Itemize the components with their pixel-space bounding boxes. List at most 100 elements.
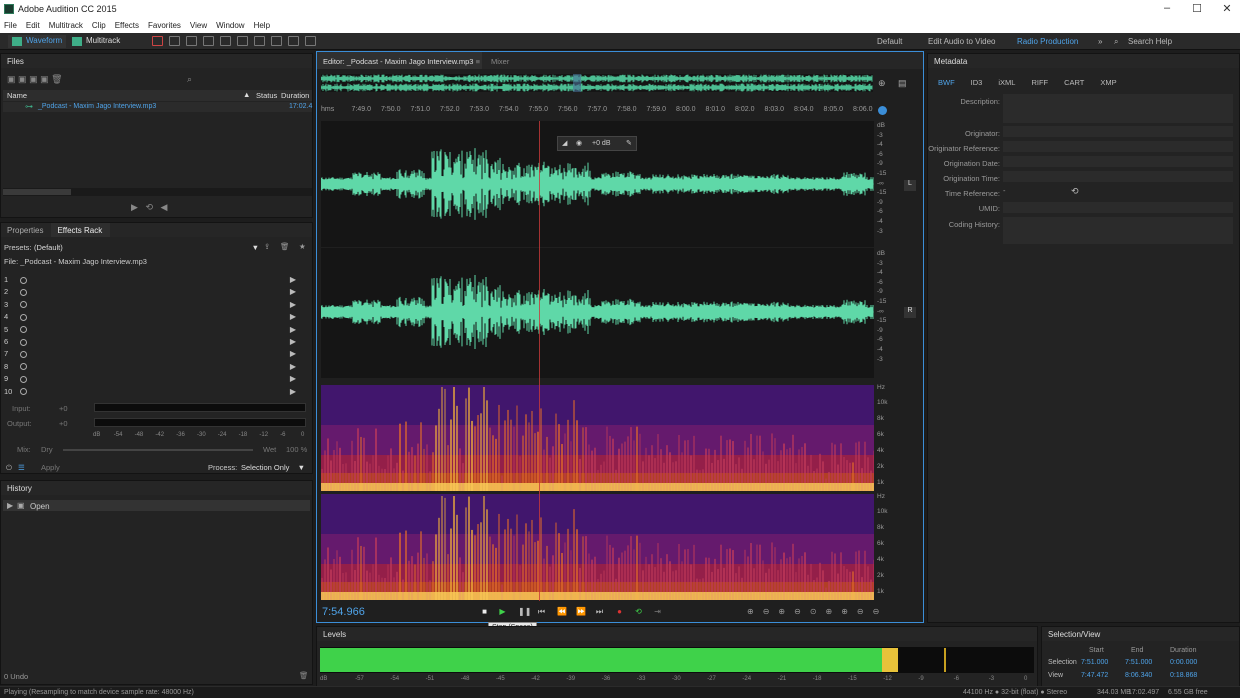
favorite-star-icon[interactable]: ★: [299, 242, 306, 253]
timeline-ruler[interactable]: hms 7:49.0 7:50.0 7:51.0 7:52.0 7:53.0 7:54.0 7…: [321, 106, 872, 118]
lasso-icon[interactable]: [271, 36, 282, 46]
tab-bwf[interactable]: BWF: [938, 78, 955, 87]
editor-options-icon[interactable]: ▤: [898, 78, 907, 89]
stop-icon[interactable]: ■: [480, 607, 489, 616]
preview-loop-icon[interactable]: ⟲: [145, 202, 153, 212]
slot-expand-icon[interactable]: ▶: [290, 325, 296, 334]
search-icon[interactable]: ⌕: [1114, 37, 1118, 47]
razor-tool-icon[interactable]: [203, 36, 214, 46]
delete-preset-icon[interactable]: 🗑: [280, 242, 290, 253]
slot-power-icon[interactable]: [20, 375, 27, 383]
tab-cart[interactable]: CART: [1064, 78, 1084, 87]
goto-start-icon[interactable]: ⏮: [537, 607, 546, 616]
apply-button[interactable]: Apply: [41, 463, 60, 474]
slot-expand-icon[interactable]: ▶: [290, 300, 296, 309]
menu-edit[interactable]: Edit: [22, 19, 45, 30]
preview-autoplay-icon[interactable]: ◀: [161, 202, 168, 212]
time-selection-icon[interactable]: [237, 36, 248, 46]
origination-date-field[interactable]: [1003, 156, 1233, 167]
spectrogram-right[interactable]: [321, 494, 874, 600]
view-start[interactable]: 7:47.472: [1081, 672, 1108, 679]
slot-expand-icon[interactable]: ▶: [290, 387, 296, 396]
spectral-pitch-icon[interactable]: [169, 36, 180, 46]
move-tool-icon[interactable]: [186, 36, 197, 46]
loop-icon[interactable]: ⟲: [634, 607, 643, 616]
file-row[interactable]: ⊶ _Podcast - Maxim Jago Interview.mp3 17…: [3, 102, 312, 112]
slot-power-icon[interactable]: [20, 326, 27, 334]
workspace-radio-production[interactable]: Radio Production: [1017, 37, 1078, 46]
zoom-out-amplitude-icon[interactable]: ⊖: [763, 607, 779, 616]
spectrogram-left[interactable]: [321, 385, 874, 491]
timeline-scroll-icon[interactable]: [878, 106, 887, 115]
slot-power-icon[interactable]: [20, 301, 27, 309]
overview-waveform[interactable]: [321, 74, 873, 92]
spectral-frequency-icon[interactable]: [152, 36, 163, 46]
insert-icon[interactable]: ▣: [40, 74, 49, 84]
tab-mixer[interactable]: Mixer: [491, 57, 509, 66]
slot-power-icon[interactable]: [20, 288, 27, 296]
rewind-icon[interactable]: ⏪: [557, 607, 567, 616]
process-dropdown[interactable]: Selection Only ▼: [241, 463, 305, 474]
history-delete-icon[interactable]: 🗑: [299, 671, 309, 682]
channel-left-toggle[interactable]: L: [904, 180, 916, 191]
spot-healing-icon[interactable]: [305, 36, 316, 46]
fast-forward-icon[interactable]: ⏩: [576, 607, 586, 616]
zoom-reset-icon[interactable]: ⊖: [873, 607, 889, 616]
menu-multitrack[interactable]: Multitrack: [45, 19, 88, 30]
new-file-icon[interactable]: ▣: [29, 74, 38, 84]
effect-slot[interactable]: 4 ▶: [4, 312, 296, 323]
tab-id3[interactable]: ID3: [971, 78, 983, 87]
effect-slot[interactable]: 7 ▶: [4, 349, 296, 360]
workspace-edit-audio-to-video[interactable]: Edit Audio to Video: [928, 37, 995, 46]
slot-power-icon[interactable]: [20, 350, 27, 358]
slot-expand-icon[interactable]: ▶: [290, 337, 296, 346]
slot-expand-icon[interactable]: ▶: [290, 349, 296, 358]
slot-expand-icon[interactable]: ▶: [290, 374, 296, 383]
originator-reference-field[interactable]: [1003, 141, 1233, 152]
tab-ixml[interactable]: iXML: [998, 78, 1015, 87]
skip-selection-icon[interactable]: ⇥: [653, 607, 662, 616]
selection-start[interactable]: 7:51.000: [1081, 659, 1108, 666]
tab-riff[interactable]: RIFF: [1031, 78, 1048, 87]
zoom-in-time-icon[interactable]: ⊕: [778, 607, 794, 616]
zoom-in-amplitude-icon[interactable]: ⊕: [747, 607, 763, 616]
hud-knob-icon[interactable]: ◉: [576, 139, 582, 147]
more-workspaces-icon[interactable]: »: [1098, 37, 1102, 46]
slot-power-icon[interactable]: [20, 276, 27, 284]
zoom-selection-icon[interactable]: ⊕: [826, 607, 842, 616]
waveform-channel-right[interactable]: [320, 248, 874, 378]
menu-help[interactable]: Help: [250, 19, 275, 30]
waveform-mode-button[interactable]: Waveform: [8, 35, 67, 48]
files-search-icon[interactable]: ⌕: [187, 74, 192, 85]
preview-play-icon[interactable]: ▶: [131, 202, 138, 212]
slip-tool-icon[interactable]: [220, 36, 231, 46]
effect-slot[interactable]: 1 ▶: [4, 275, 296, 286]
slot-expand-icon[interactable]: ▶: [290, 287, 296, 296]
col-duration[interactable]: Duration: [281, 91, 309, 100]
menu-favorites[interactable]: Favorites: [144, 19, 186, 30]
reset-time-reference-icon[interactable]: ⟲: [1071, 186, 1079, 197]
effect-slot[interactable]: 2 ▶: [4, 287, 296, 298]
hud-pin-icon[interactable]: ✎: [626, 139, 632, 147]
playhead[interactable]: [539, 121, 540, 601]
channel-right-toggle[interactable]: R: [904, 307, 916, 318]
originator-field[interactable]: [1003, 126, 1233, 137]
mix-slider[interactable]: [63, 449, 253, 451]
search-help-label[interactable]: Search Help: [1128, 37, 1172, 46]
tab-effects-rack[interactable]: Effects Rack: [51, 223, 111, 237]
selection-end[interactable]: 7:51.000: [1125, 659, 1152, 666]
multitrack-mode-button[interactable]: Multitrack: [68, 35, 125, 48]
effect-slot[interactable]: 3 ▶: [4, 300, 296, 311]
coding-history-field[interactable]: [1003, 217, 1233, 244]
effect-slot[interactable]: 6 ▶: [4, 337, 296, 348]
umid-field[interactable]: [1003, 202, 1233, 213]
slot-power-icon[interactable]: [20, 338, 27, 346]
slot-expand-icon[interactable]: ▶: [290, 275, 296, 284]
effect-slot[interactable]: 9 ▶: [4, 374, 296, 385]
save-preset-icon[interactable]: ⇪: [264, 242, 270, 253]
view-duration[interactable]: 0:18.868: [1170, 672, 1197, 679]
goto-end-icon[interactable]: ⏭: [595, 607, 604, 616]
files-scrollbar[interactable]: [3, 188, 312, 196]
zoom-in-point-icon[interactable]: ⊕: [841, 607, 857, 616]
tab-xmp[interactable]: XMP: [1100, 78, 1116, 87]
